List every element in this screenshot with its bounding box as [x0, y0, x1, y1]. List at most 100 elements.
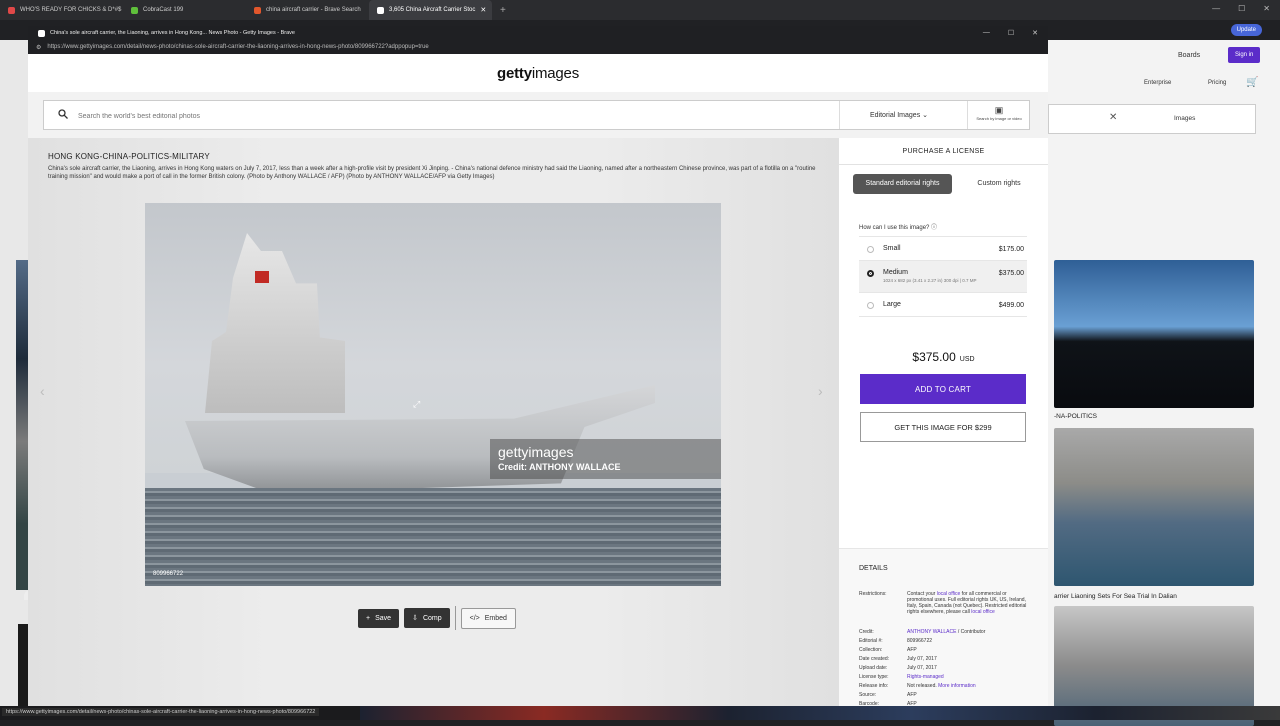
search-by-image-button[interactable]: ▣ Search by image or video [976, 105, 1022, 121]
tab-favicon-icon [8, 6, 15, 14]
next-arrow-icon[interactable]: › [818, 383, 823, 399]
browser-tab-1[interactable]: WHO'S READY FOR CHICKS & D*#$ [0, 0, 123, 20]
chevron-down-icon: ⌄ [922, 112, 929, 119]
detail-row: Release info: Not released. More informat… [859, 683, 976, 689]
editorial-images-dropdown[interactable]: Editorial Images ⌄ [870, 111, 928, 119]
search-input[interactable] [78, 108, 578, 124]
popup-title: China's sole aircraft carrier, the Liaon… [50, 30, 295, 36]
getty-favicon-icon [38, 29, 45, 37]
maximize-icon[interactable]: ☐ [1008, 29, 1014, 37]
detail-restrictions: Restrictions: Contact your local office f… [859, 591, 1027, 615]
detail-row: Upload date: July 07, 2017 [859, 665, 937, 671]
image-detail-pane: HONG KONG-CHINA-POLITICS-MILITARY China'… [28, 138, 839, 706]
previous-arrow-icon[interactable]: ‹ [40, 383, 45, 399]
background-search-bar: ✕ Images [1048, 104, 1256, 134]
tab-label: china aircraft carrier - Brave Search [266, 7, 361, 13]
status-url: https://www.gettyimages.com/detail/news-… [2, 708, 320, 716]
watermark-logo: gettyimages [498, 444, 574, 460]
tab-custom-rights[interactable]: Custom rights [971, 174, 1027, 194]
result-thumbnail[interactable] [1054, 260, 1254, 408]
new-tab-button[interactable]: + [500, 5, 506, 16]
size-meta: 1024 x 682 px (3.41 x 2.27 in) 300 dpi |… [883, 278, 977, 283]
save-button[interactable]: + Save [358, 608, 400, 628]
purchase-heading: PURCHASE A LICENSE [902, 148, 985, 155]
image-description: China's sole aircraft carrier, the Liaon… [48, 166, 816, 180]
size-option-medium[interactable]: Medium $375.00 1024 x 682 px (3.41 x 2.2… [859, 260, 1027, 292]
result-caption: arrier Liaoning Sets For Sea Trial In Da… [1054, 593, 1177, 600]
tab-favicon-icon [377, 6, 384, 14]
flag [255, 271, 269, 283]
close-window-icon[interactable]: ✕ [1032, 29, 1038, 37]
minimize-icon[interactable]: — [983, 29, 990, 37]
contributor-link[interactable]: ANTHONY WALLACE [907, 629, 956, 635]
size-option-large[interactable]: Large $499.00 [859, 291, 1027, 317]
background-thumb-left [16, 260, 28, 590]
enterprise-menu[interactable]: Enterprise [1144, 80, 1171, 86]
tab-label: CobraCast 199 [143, 7, 184, 13]
help-icon[interactable]: ⓘ [931, 225, 937, 231]
popup-url: https://www.gettyimages.com/detail/news-… [47, 44, 429, 50]
result-caption: -NA-POLITICS [1054, 413, 1097, 420]
gettyimages-logo[interactable]: gettyimages [497, 65, 579, 82]
browser-tab-3[interactable]: china aircraft carrier - Brave Search [246, 0, 369, 20]
minimize-icon[interactable]: — [1212, 4, 1220, 13]
comp-button[interactable]: ⇩ Comp [404, 608, 450, 628]
details-heading: DETAILS [859, 565, 888, 572]
image-actions: + Save ⇩ Comp </> Embed [358, 606, 516, 630]
site-info-icon[interactable]: ⚙ [36, 44, 41, 51]
detail-row: Credit: ANTHONY WALLACE / Contributor [859, 629, 986, 635]
radio-button[interactable] [867, 301, 874, 309]
pricing-link[interactable]: Pricing [1208, 80, 1226, 86]
local-office-link[interactable]: local office [971, 609, 995, 615]
close-window-icon[interactable]: ✕ [1263, 4, 1270, 13]
result-thumbnail[interactable] [1054, 428, 1254, 586]
sign-in-button[interactable]: Sign in [1228, 47, 1261, 63]
tab-label: WHO'S READY FOR CHICKS & D*#$ [20, 7, 122, 13]
size-price: $175.00 [998, 246, 1024, 253]
taskbar-preview-strip [360, 706, 1280, 720]
clear-search-icon[interactable]: ✕ [1109, 112, 1117, 123]
close-tab-icon[interactable]: ✕ [480, 6, 486, 14]
more-information-link[interactable]: More information [937, 683, 976, 689]
license-type-link[interactable]: Rights-managed [907, 674, 944, 680]
main-photo[interactable]: gettyimages Credit: ANTHONY WALLACE ⤢ 80… [145, 203, 721, 586]
add-to-cart-button[interactable]: ADD TO CART [860, 374, 1026, 404]
radio-button[interactable] [867, 246, 874, 253]
detail-row: License type: Rights-managed [859, 674, 944, 680]
usage-question[interactable]: How can I use this image? ⓘ [859, 222, 937, 231]
cart-icon[interactable]: 🛒 [1246, 77, 1258, 88]
license-panel: PURCHASE A LICENSE Standard editorial ri… [839, 138, 1048, 708]
maximize-icon[interactable]: ☐ [1238, 4, 1245, 13]
plus-icon: + [366, 614, 371, 622]
size-price: $375.00 [998, 270, 1024, 277]
watermark-credit: Credit: ANTHONY WALLACE [498, 462, 621, 472]
expand-icon[interactable]: ⤢ [413, 399, 420, 410]
download-icon: ⇩ [412, 615, 418, 622]
detail-row: Editorial #: 809966722 [859, 638, 933, 644]
detail-row: Collection: AFP [859, 647, 917, 653]
site-header: gettyimages [28, 54, 1048, 92]
browser-tab-strip: WHO'S READY FOR CHICKS & D*#$ CobraCast … [0, 0, 1280, 20]
popup-address-bar[interactable]: ⚙ https://www.gettyimages.com/detail/new… [28, 40, 1048, 54]
embed-button[interactable]: </> Embed [460, 607, 516, 629]
image-id: 809966722 [153, 571, 184, 577]
window-controls: — ☐ ✕ [1212, 4, 1270, 13]
browser-tab-2[interactable]: CobraCast 199 [123, 0, 246, 20]
tab-label: 3,605 China Aircraft Carrier Stoc [389, 7, 476, 13]
radio-button[interactable] [867, 270, 874, 277]
image-title: HONG KONG-CHINA-POLITICS-MILITARY [48, 152, 210, 161]
boards-link[interactable]: Boards [1178, 52, 1200, 59]
popup-title-bar: China's sole aircraft carrier, the Liaon… [28, 26, 1048, 40]
get-image-button[interactable]: GET THIS IMAGE FOR $299 [860, 412, 1026, 442]
tab-standard-editorial[interactable]: Standard editorial rights [853, 174, 952, 195]
size-option-small[interactable]: Small $175.00 [859, 236, 1027, 260]
search-icon[interactable] [58, 109, 68, 119]
update-button[interactable]: Update [1230, 24, 1262, 36]
browser-tab-4[interactable]: 3,605 China Aircraft Carrier Stoc ✕ [369, 0, 492, 20]
tab-favicon-icon [254, 6, 261, 14]
details-section: DETAILS Restrictions: Contact your local … [839, 548, 1048, 708]
detail-row: Date created: July 07, 2017 [859, 656, 937, 662]
images-filter[interactable]: Images [1174, 115, 1195, 122]
size-options: Small $175.00 Medium $375.00 1024 x 682 … [859, 236, 1027, 317]
sea [145, 488, 721, 586]
